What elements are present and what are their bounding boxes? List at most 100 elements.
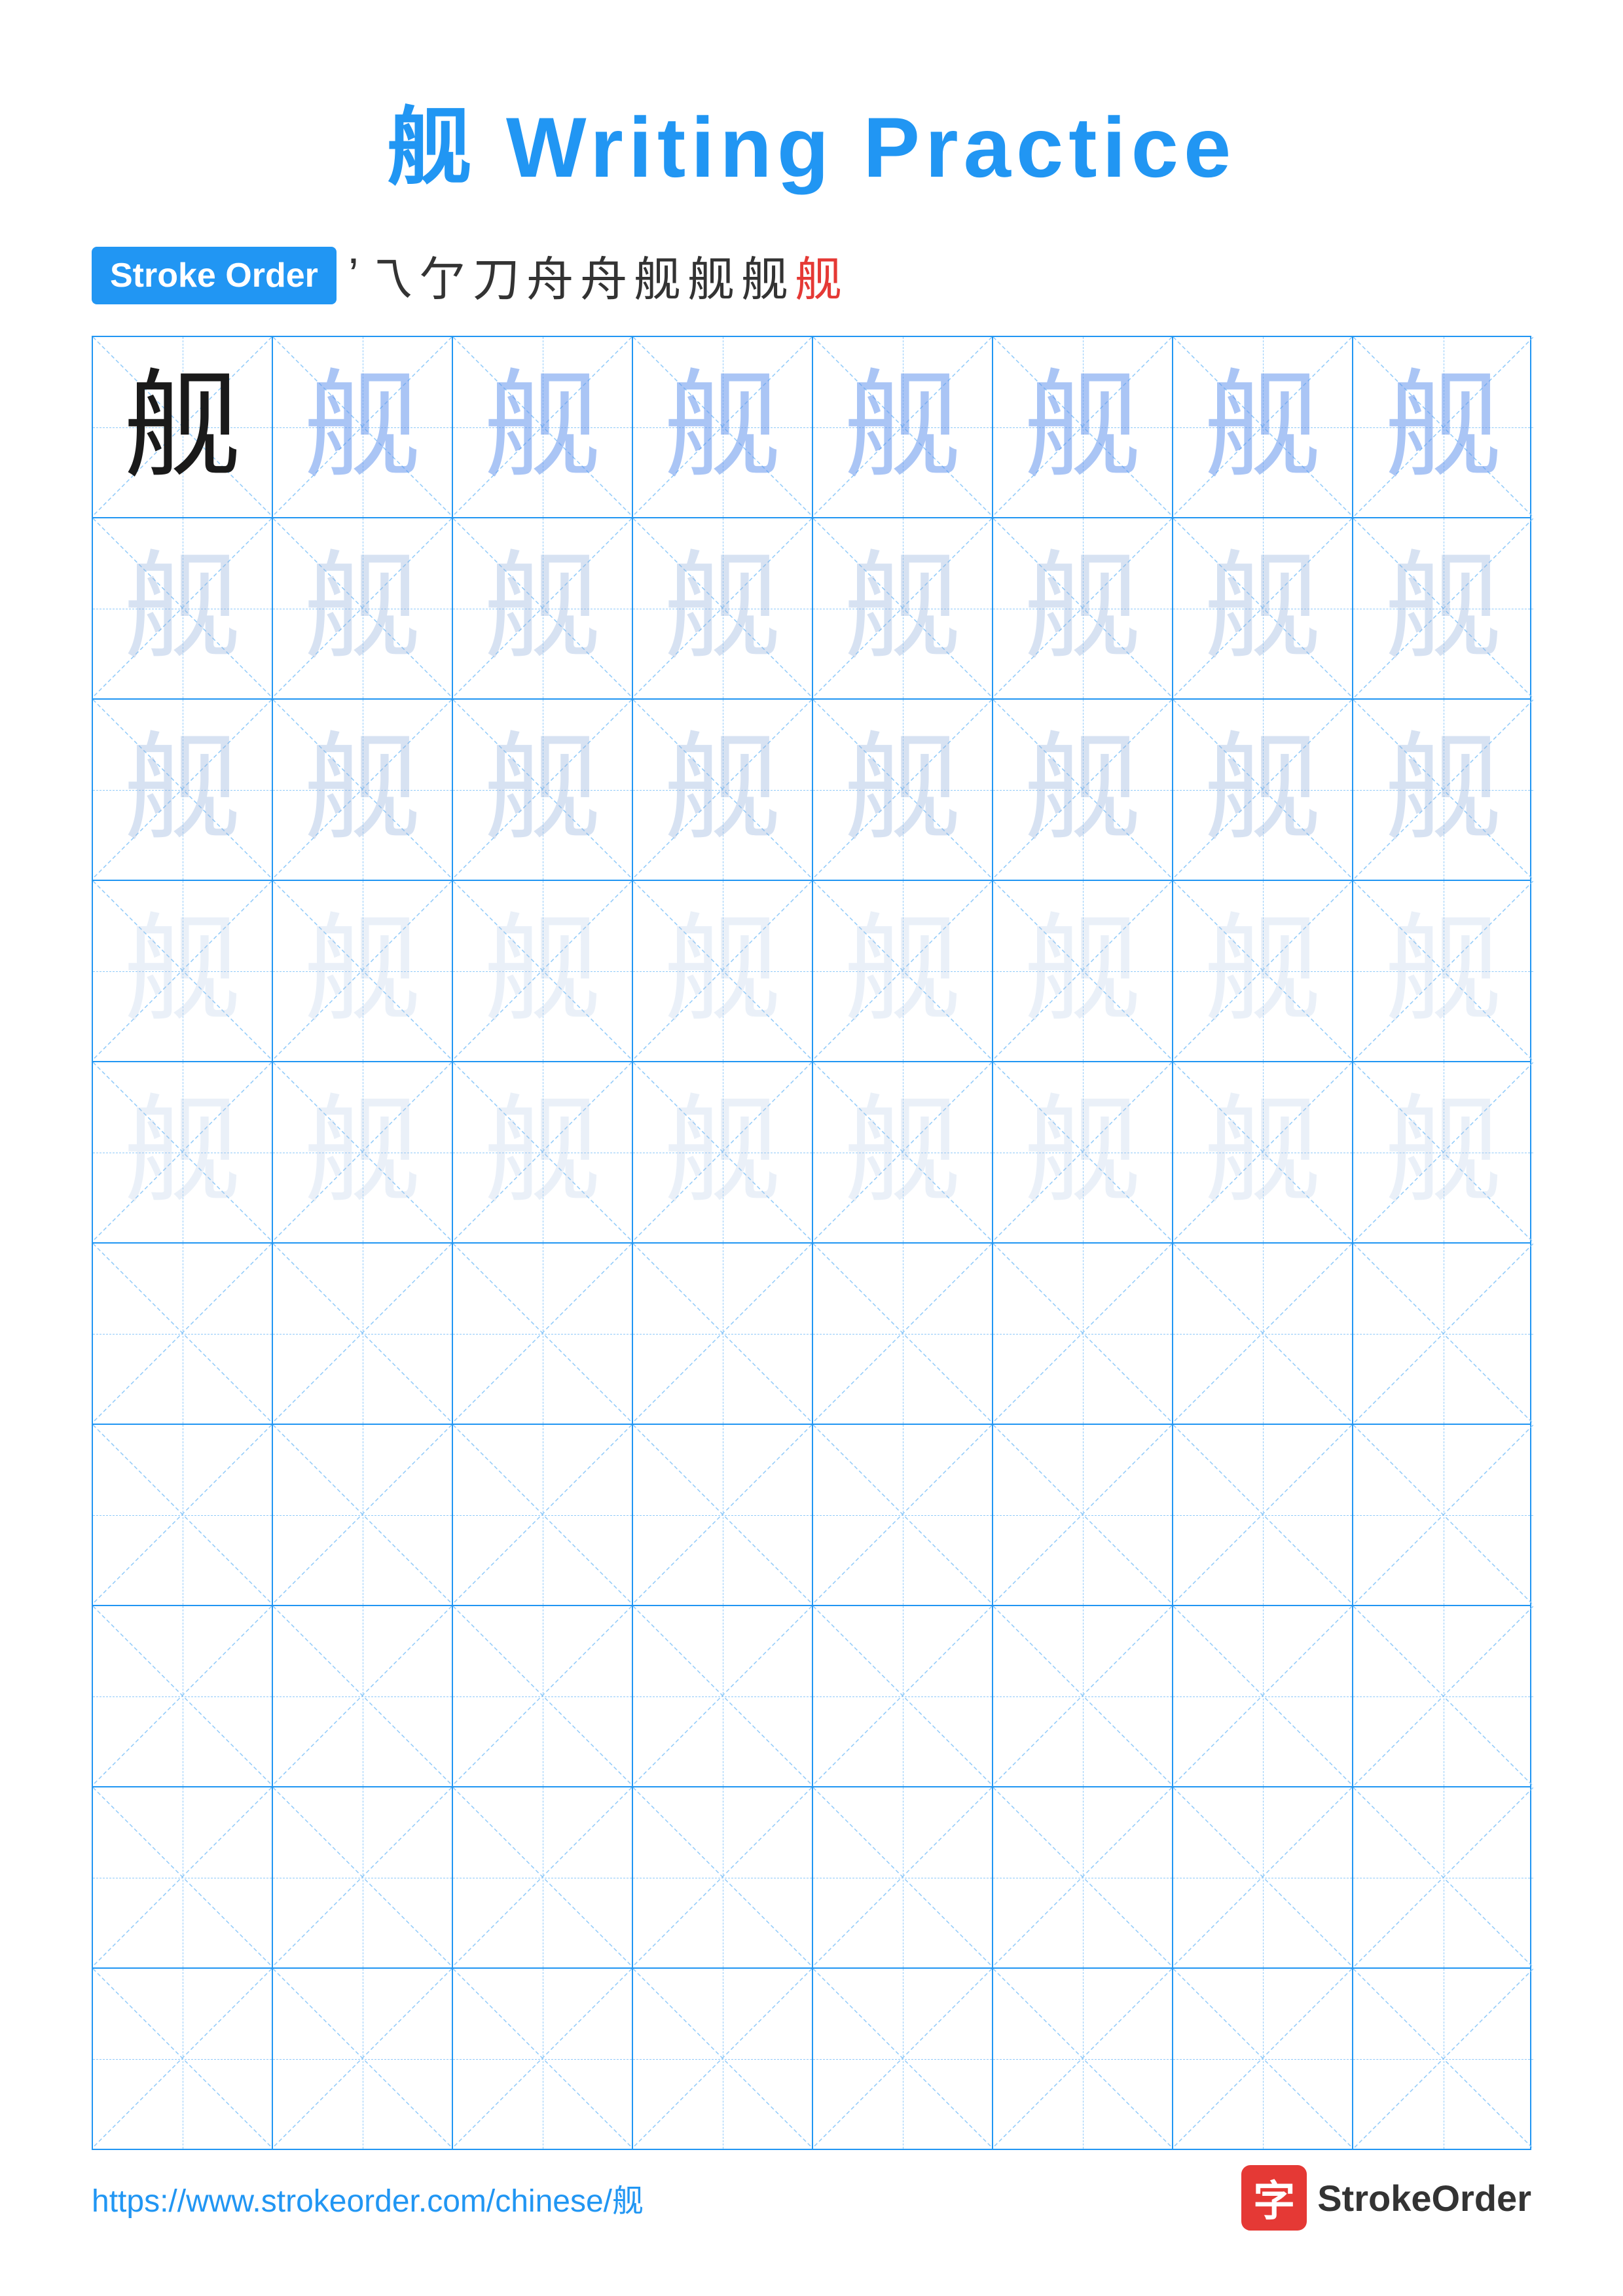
grid-cell-3-8: 舰 [1353,700,1533,880]
grid-cell-2-1: 舰 [93,518,273,698]
grid-cell-6-7 [1173,1244,1353,1424]
char-light: 舰 [483,368,601,486]
stroke-7: 舰 [634,241,681,310]
stroke-1: ’ [348,249,359,302]
grid-cell-2-3: 舰 [453,518,633,698]
practice-grid: 舰 舰 舰 舰 [92,336,1531,2150]
grid-cell-7-5 [813,1425,993,1605]
grid-cell-6-6 [993,1244,1173,1424]
grid-cell-6-3 [453,1244,633,1424]
grid-cell-5-5: 舰 [813,1062,993,1242]
grid-cell-10-3 [453,1969,633,2149]
stroke-9: 舰 [741,241,788,310]
grid-cell-2-5: 舰 [813,518,993,698]
grid-cell-6-1 [93,1244,273,1424]
grid-row-6 [93,1244,1530,1425]
grid-cell-9-8 [1353,1787,1533,1967]
grid-cell-4-4: 舰 [633,881,813,1061]
grid-row-2: 舰 舰 舰 舰 [93,518,1530,700]
grid-cell-9-7 [1173,1787,1353,1967]
stroke-8: 舰 [687,241,735,310]
grid-cell-5-4: 舰 [633,1062,813,1242]
grid-cell-1-8: 舰 [1353,337,1533,517]
char-light: 舰 [1023,368,1141,486]
grid-cell-4-8: 舰 [1353,881,1533,1061]
grid-cell-4-7: 舰 [1173,881,1353,1061]
stroke-4: 刀 [473,241,520,310]
footer-logo: 字 StrokeOrder [1241,2165,1531,2231]
grid-cell-1-1: 舰 [93,337,273,517]
char-light: 舰 [1203,368,1321,486]
grid-cell-9-1 [93,1787,273,1967]
grid-cell-7-1 [93,1425,273,1605]
grid-cell-10-8 [1353,1969,1533,2149]
page-title: 舰 Writing Practice [0,0,1623,241]
grid-cell-10-7 [1173,1969,1353,2149]
grid-cell-7-6 [993,1425,1173,1605]
grid-cell-7-7 [1173,1425,1353,1605]
grid-cell-1-5: 舰 [813,337,993,517]
grid-cell-1-3: 舰 [453,337,633,517]
stroke-order-badge: Stroke Order [92,247,337,304]
grid-cell-3-6: 舰 [993,700,1173,880]
footer-url[interactable]: https://www.strokeorder.com/chinese/舰 [92,2175,644,2221]
grid-cell-3-5: 舰 [813,700,993,880]
grid-cell-9-5 [813,1787,993,1967]
grid-cell-4-1: 舰 [93,881,273,1061]
grid-cell-4-2: 舰 [273,881,453,1061]
stroke-5: 舟 [526,241,574,310]
grid-row-1: 舰 舰 舰 舰 [93,337,1530,518]
grid-cell-2-2: 舰 [273,518,453,698]
stroke-2: 乁 [365,241,412,310]
stroke-final: 舰 [795,241,842,310]
grid-cell-2-7: 舰 [1173,518,1353,698]
grid-cell-3-7: 舰 [1173,700,1353,880]
char-light: 舰 [1384,368,1502,486]
grid-row-7 [93,1425,1530,1606]
grid-cell-6-8 [1353,1244,1533,1424]
grid-cell-6-2 [273,1244,453,1424]
grid-cell-1-6: 舰 [993,337,1173,517]
grid-cell-6-5 [813,1244,993,1424]
char-light: 舰 [303,368,421,486]
grid-cell-8-2 [273,1606,453,1786]
grid-row-9 [93,1787,1530,1969]
grid-cell-6-4 [633,1244,813,1424]
grid-cell-3-2: 舰 [273,700,453,880]
grid-cell-1-7: 舰 [1173,337,1353,517]
grid-cell-8-7 [1173,1606,1353,1786]
grid-cell-4-3: 舰 [453,881,633,1061]
grid-row-3: 舰 舰 舰 舰 [93,700,1530,881]
grid-cell-10-6 [993,1969,1173,2149]
grid-cell-7-8 [1353,1425,1533,1605]
grid-cell-8-5 [813,1606,993,1786]
logo-text: StrokeOrder [1317,2177,1531,2219]
grid-cell-5-3: 舰 [453,1062,633,1242]
grid-cell-2-8: 舰 [1353,518,1533,698]
grid-cell-7-2 [273,1425,453,1605]
grid-cell-7-3 [453,1425,633,1605]
stroke-chars: ’ 乁 亇 刀 舟 舟 舰 舰 舰 舰 [348,241,842,310]
grid-cell-8-4 [633,1606,813,1786]
grid-cell-5-2: 舰 [273,1062,453,1242]
grid-cell-10-4 [633,1969,813,2149]
char-light: 舰 [663,368,781,486]
grid-row-10 [93,1969,1530,2149]
char-light: 舰 [843,368,961,486]
grid-cell-10-5 [813,1969,993,2149]
grid-cell-9-4 [633,1787,813,1967]
grid-row-4: 舰 舰 舰 舰 [93,881,1530,1062]
grid-cell-9-2 [273,1787,453,1967]
logo-icon: 字 [1241,2165,1307,2231]
grid-cell-2-4: 舰 [633,518,813,698]
footer: https://www.strokeorder.com/chinese/舰 字 … [0,2165,1623,2231]
grid-cell-9-3 [453,1787,633,1967]
grid-cell-7-4 [633,1425,813,1605]
grid-cell-8-1 [93,1606,273,1786]
char-dark: 舰 [123,368,241,486]
grid-cell-3-4: 舰 [633,700,813,880]
grid-cell-2-6: 舰 [993,518,1173,698]
grid-cell-4-5: 舰 [813,881,993,1061]
grid-cell-3-1: 舰 [93,700,273,880]
grid-cell-10-1 [93,1969,273,2149]
